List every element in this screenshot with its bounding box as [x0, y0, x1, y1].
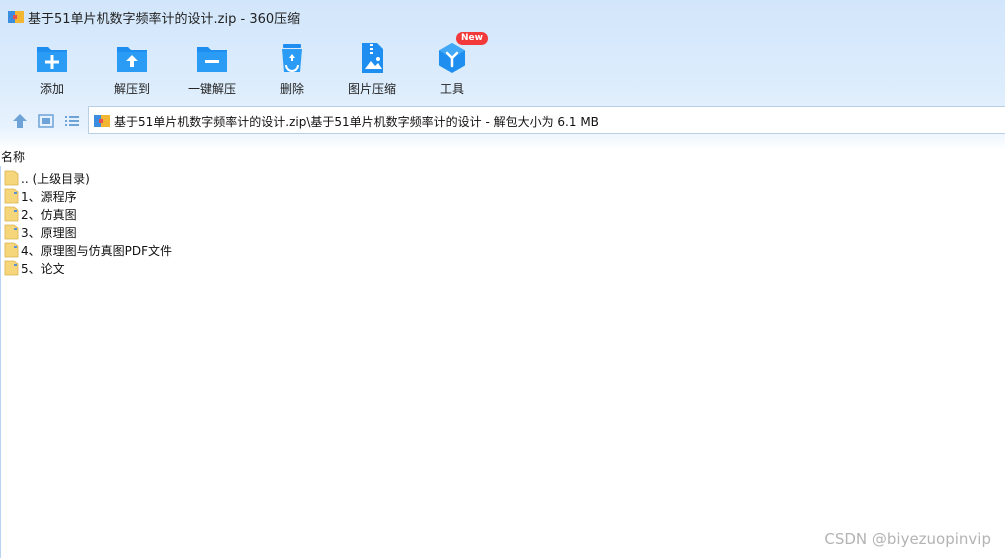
archive-file-icon: [94, 115, 110, 127]
folder-icon: [4, 242, 19, 258]
extract-to-label: 解压到: [113, 82, 150, 96]
list-item-label: 4、原理图与仿真图PDF文件: [21, 244, 173, 258]
image-compress-icon: [362, 43, 383, 73]
one-click-extract-icon: [197, 47, 227, 72]
extract-to-folder-icon: [117, 47, 147, 72]
add-folder-icon: [37, 47, 67, 72]
app-window: 基于51单片机数字频率计的设计.zip - 360压缩 添加 解压到 一键解压 …: [0, 0, 1005, 558]
title-bar: 基于51单片机数字频率计的设计.zip - 360压缩: [0, 0, 1005, 34]
list-item-label: 1、源程序: [21, 190, 77, 204]
one-click-extract-label: 一键解压: [187, 82, 236, 96]
toolbar: 添加 解压到 一键解压 删除 图片压缩 New 工具: [0, 32, 1005, 100]
folder-icon: [4, 260, 19, 276]
folder-icon: [4, 224, 19, 240]
address-row: 基于51单片机数字频率计的设计.zip\基于51单片机数字频率计的设计 - 解包…: [0, 106, 1005, 136]
folder-icon: [4, 188, 19, 204]
tools-button[interactable]: New 工具: [412, 32, 492, 98]
folder-icon: [4, 206, 19, 222]
list-item-label: .. (上级目录): [21, 172, 90, 186]
column-name-header[interactable]: 名称: [1, 148, 25, 165]
list-view-icon[interactable]: [63, 112, 81, 130]
address-bar[interactable]: 基于51单片机数字频率计的设计.zip\基于51单片机数字频率计的设计 - 解包…: [88, 106, 1005, 134]
extract-to-button[interactable]: 解压到: [92, 36, 172, 98]
add-label: 添加: [39, 82, 64, 96]
list-item-label: 3、原理图: [21, 226, 77, 240]
list-item[interactable]: 2、仿真图: [0, 205, 400, 223]
archive-app-icon: [8, 11, 24, 23]
recycle-bin-icon: [282, 44, 302, 72]
window-title: 基于51单片机数字频率计的设计.zip - 360压缩: [28, 12, 301, 27]
list-item-label: 2、仿真图: [21, 208, 77, 222]
column-header: 名称: [0, 148, 1005, 166]
header-region: 基于51单片机数字频率计的设计.zip - 360压缩 添加 解压到 一键解压 …: [0, 0, 1005, 150]
list-item[interactable]: 5、论文: [0, 259, 400, 277]
one-click-extract-button[interactable]: 一键解压: [172, 36, 252, 98]
image-compress-label: 图片压缩: [347, 82, 396, 96]
watermark: CSDN @biyezuopinvip: [824, 530, 991, 548]
list-item[interactable]: 4、原理图与仿真图PDF文件: [0, 241, 400, 259]
delete-button[interactable]: 删除: [252, 36, 332, 98]
thumbnail-view-icon[interactable]: [37, 112, 55, 130]
list-item[interactable]: 1、源程序: [0, 187, 400, 205]
tools-cube-icon: [439, 43, 465, 73]
new-badge: New: [456, 32, 488, 45]
tools-label: 工具: [439, 82, 464, 96]
up-arrow-icon[interactable]: [11, 112, 29, 130]
address-path: 基于51单片机数字频率计的设计.zip\基于51单片机数字频率计的设计 - 解包…: [114, 115, 599, 129]
add-button[interactable]: 添加: [12, 36, 92, 98]
delete-label: 删除: [279, 82, 304, 96]
list-item[interactable]: 3、原理图: [0, 223, 400, 241]
list-item-parent-directory[interactable]: .. (上级目录): [0, 169, 400, 187]
folder-icon: [4, 170, 19, 186]
file-list: .. (上级目录) 1、源程序 2、仿真图 3、原理图 4、原理图与仿真图PDF…: [0, 169, 400, 277]
list-item-label: 5、论文: [21, 262, 65, 276]
image-compress-button[interactable]: 图片压缩: [332, 36, 412, 98]
